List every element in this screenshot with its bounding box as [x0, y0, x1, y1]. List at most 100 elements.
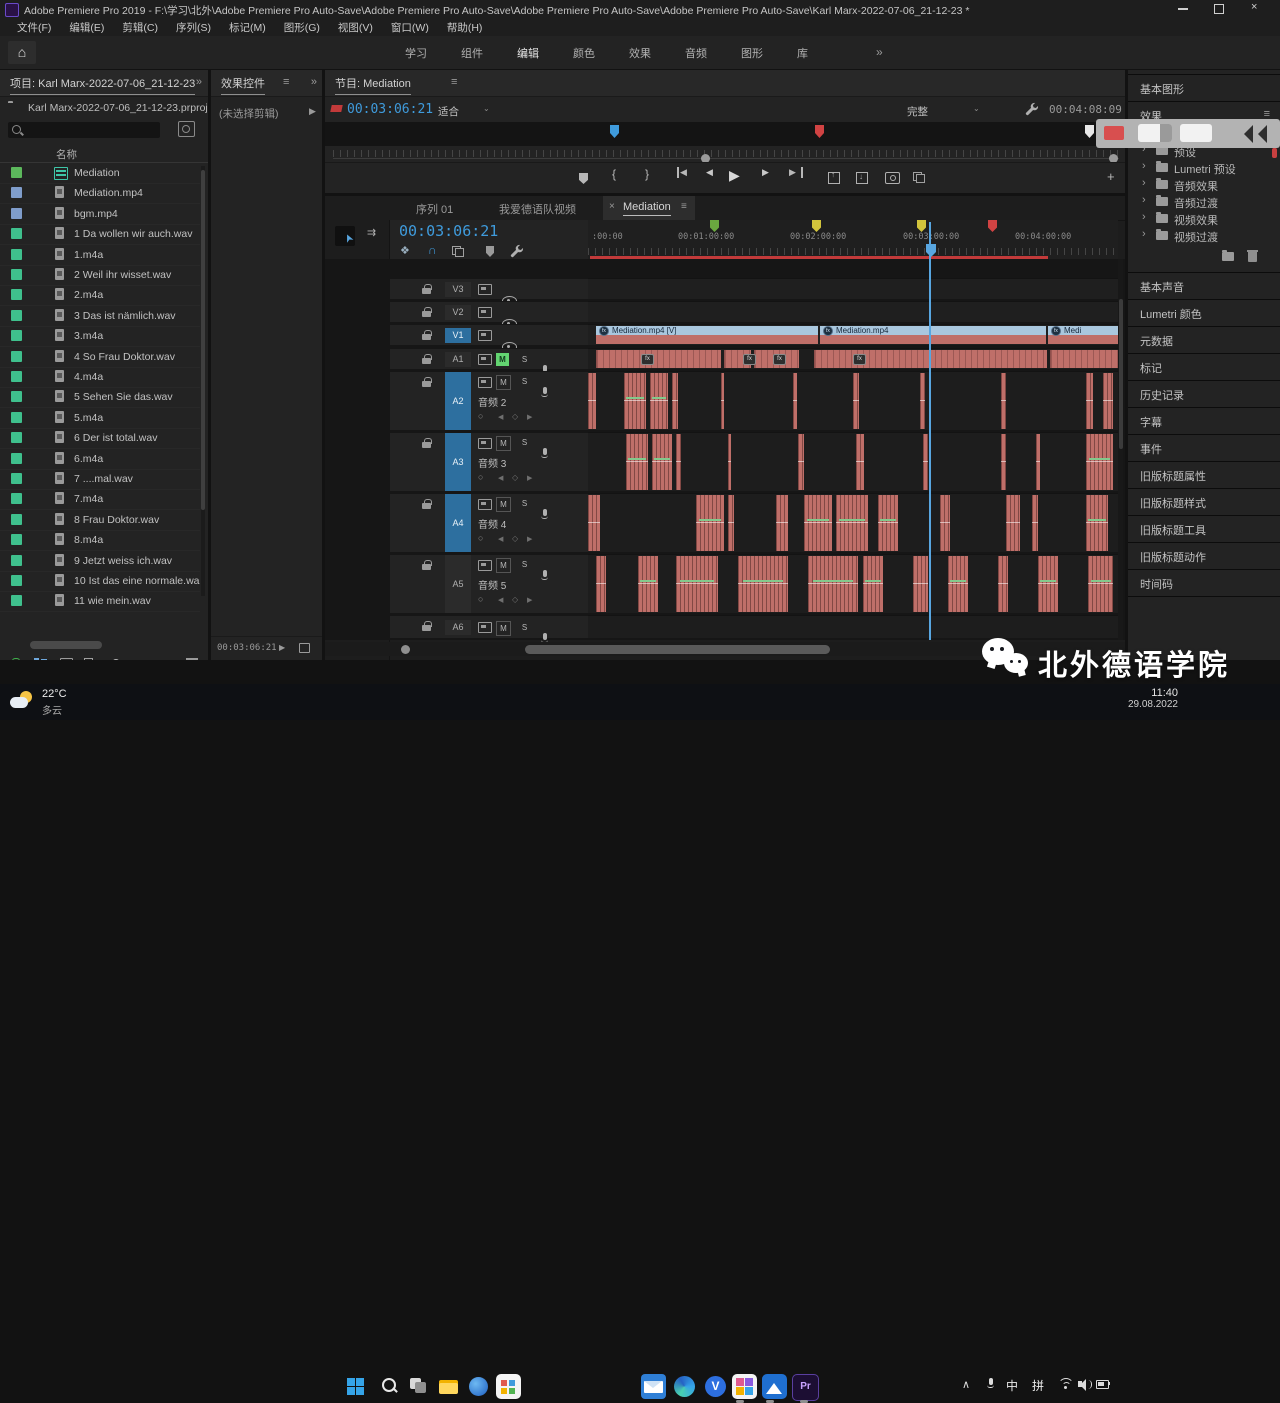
menu-item[interactable]: 编辑(E): [60, 20, 113, 35]
program-monitor-tab[interactable]: 节目: Mediation: [335, 75, 411, 95]
voiceover-record-icon[interactable]: [540, 448, 549, 459]
freeform-view-button[interactable]: [84, 658, 97, 660]
add-marker-icon[interactable]: [575, 167, 593, 187]
workspace-tab-6[interactable]: 音频: [668, 45, 724, 61]
tray-expand-chevron-icon[interactable]: ∧: [962, 1378, 970, 1391]
list-item[interactable]: 6.m4a: [0, 449, 200, 470]
mark-out-icon[interactable]: }: [640, 167, 658, 187]
speaker-icon[interactable]: [1078, 1378, 1092, 1390]
mute-button[interactable]: M: [496, 558, 511, 573]
track-lane-A4[interactable]: [588, 493, 1118, 552]
close-tab-icon[interactable]: ×: [609, 201, 615, 212]
label-color-chip[interactable]: [11, 514, 22, 525]
mute-button[interactable]: M: [496, 436, 511, 451]
label-color-chip[interactable]: [11, 595, 22, 606]
record-button[interactable]: [1104, 126, 1124, 140]
list-item[interactable]: 11 wie mein.wav: [0, 591, 200, 612]
panel-overflow-icon[interactable]: »: [196, 76, 202, 88]
list-item[interactable]: bgm.mp4: [0, 204, 200, 225]
keyframe-prev-icon[interactable]: ◀: [498, 474, 503, 482]
panel-tab-旧版标题工具[interactable]: 旧版标题工具: [1128, 516, 1280, 542]
label-color-chip[interactable]: [11, 167, 22, 178]
workspace-tab-7[interactable]: 图形: [724, 45, 780, 61]
label-color-chip[interactable]: [11, 310, 22, 321]
audio-clip-segment[interactable]: [920, 373, 925, 429]
monitor-marker[interactable]: [610, 125, 619, 138]
chevron-right-icon[interactable]: ›: [1142, 228, 1146, 240]
label-color-chip[interactable]: [11, 289, 22, 300]
panel-tab-基本声音[interactable]: 基本声音: [1128, 273, 1280, 299]
monitor-marker-strip[interactable]: [325, 122, 1125, 146]
panel-overflow-icon[interactable]: »: [311, 76, 317, 88]
audio-clip-segment[interactable]: [1086, 434, 1113, 490]
panel-tab-字幕[interactable]: 字幕: [1128, 408, 1280, 434]
menu-item[interactable]: 文件(F): [8, 20, 60, 35]
rewind-arrows-icon2[interactable]: [1258, 125, 1267, 143]
lock-icon[interactable]: [422, 438, 431, 449]
battery-icon[interactable]: [1096, 1380, 1110, 1388]
label-color-chip[interactable]: [11, 269, 22, 280]
home-button[interactable]: ⌂: [8, 41, 36, 64]
list-item[interactable]: 5 Sehen Sie das.wav: [0, 387, 200, 408]
timeline-vertical-scrollbar[interactable]: [1118, 259, 1123, 640]
icon-view-button[interactable]: [60, 658, 73, 660]
name-column-header[interactable]: 名称: [56, 147, 77, 162]
panel-tab-旧版标题动作[interactable]: 旧版标题动作: [1128, 543, 1280, 569]
sequence-marker[interactable]: [710, 220, 719, 232]
solo-button[interactable]: S: [518, 436, 531, 449]
workspace-overflow-icon[interactable]: »: [876, 45, 883, 59]
linked-selection-icon[interactable]: [452, 246, 463, 256]
track-lane-V3[interactable]: [588, 278, 1118, 299]
chevron-right-icon[interactable]: ›: [1142, 160, 1146, 172]
keyframe-prev-icon[interactable]: ◀: [498, 596, 503, 604]
timeline-tab-3[interactable]: ×Mediation≡: [603, 196, 695, 220]
sync-lock-icon[interactable]: [478, 438, 492, 449]
workspace-tab-4[interactable]: 颜色: [556, 45, 612, 61]
lift-icon[interactable]: ↑: [825, 167, 843, 187]
audio-clip-segment[interactable]: [588, 373, 596, 429]
audio-clip-segment[interactable]: [728, 495, 734, 551]
audio-clip-segment[interactable]: [853, 373, 859, 429]
keyframe-next-icon[interactable]: ▶: [527, 596, 532, 604]
panel-tab-标记[interactable]: 标记: [1128, 354, 1280, 380]
keyframe-next-icon[interactable]: ▶: [527, 474, 532, 482]
rewind-arrows-icon[interactable]: [1244, 125, 1253, 143]
mute-button[interactable]: M: [496, 621, 511, 636]
mail-app-button[interactable]: [641, 1374, 666, 1399]
list-item[interactable]: 4.m4a: [0, 367, 200, 388]
solo-button[interactable]: S: [518, 621, 531, 634]
mute-button[interactable]: M: [496, 353, 509, 366]
list-item[interactable]: 5.m4a: [0, 408, 200, 429]
audio-clip-segment[interactable]: [672, 373, 678, 429]
mute-button[interactable]: M: [496, 375, 511, 390]
panel-menu-icon[interactable]: ≡: [681, 201, 687, 212]
list-item[interactable]: 2.m4a: [0, 285, 200, 306]
panel-tab-旧版标题属性[interactable]: 旧版标题属性: [1128, 462, 1280, 488]
timeline-tab-1[interactable]: 序列 01: [410, 196, 502, 220]
zoom-level-select[interactable]: 适合: [438, 104, 459, 119]
find-in-bin-icon[interactable]: [178, 121, 195, 137]
monitor-timecode[interactable]: 00:03:06:21: [347, 102, 433, 117]
close-button[interactable]: ×: [1251, 1, 1257, 13]
sequence-marker[interactable]: [917, 220, 926, 232]
track-target-badge[interactable]: V2: [445, 305, 471, 320]
weather-widget[interactable]: 22°C 多云: [10, 686, 130, 718]
audio-clip-segment[interactable]: [588, 495, 600, 551]
workspace-tab-2[interactable]: 组件: [444, 45, 500, 61]
task-view-button[interactable]: [406, 1374, 431, 1399]
monitor-playhead-marker[interactable]: [1085, 125, 1094, 138]
list-item[interactable]: 3.m4a: [0, 326, 200, 347]
track-lane-V1[interactable]: Mediation.mp4 [V]Mediation.mp4Medi: [588, 324, 1118, 345]
security-app-button[interactable]: [466, 1374, 491, 1399]
add-keyframe-icon[interactable]: ◇: [512, 595, 518, 604]
photos-app-button[interactable]: [732, 1374, 757, 1399]
lock-icon[interactable]: [422, 284, 431, 295]
menu-item[interactable]: 剪辑(C): [113, 20, 167, 35]
add-keyframe-icon[interactable]: ◇: [512, 412, 518, 421]
audio-clip[interactable]: [596, 350, 721, 368]
label-color-chip[interactable]: [11, 249, 22, 260]
label-color-chip[interactable]: [11, 187, 22, 198]
project-vertical-scrollbar[interactable]: [201, 166, 205, 596]
track-target-badge[interactable]: A5: [445, 555, 471, 613]
ime-mode-indicator[interactable]: 拼: [1032, 1377, 1044, 1394]
